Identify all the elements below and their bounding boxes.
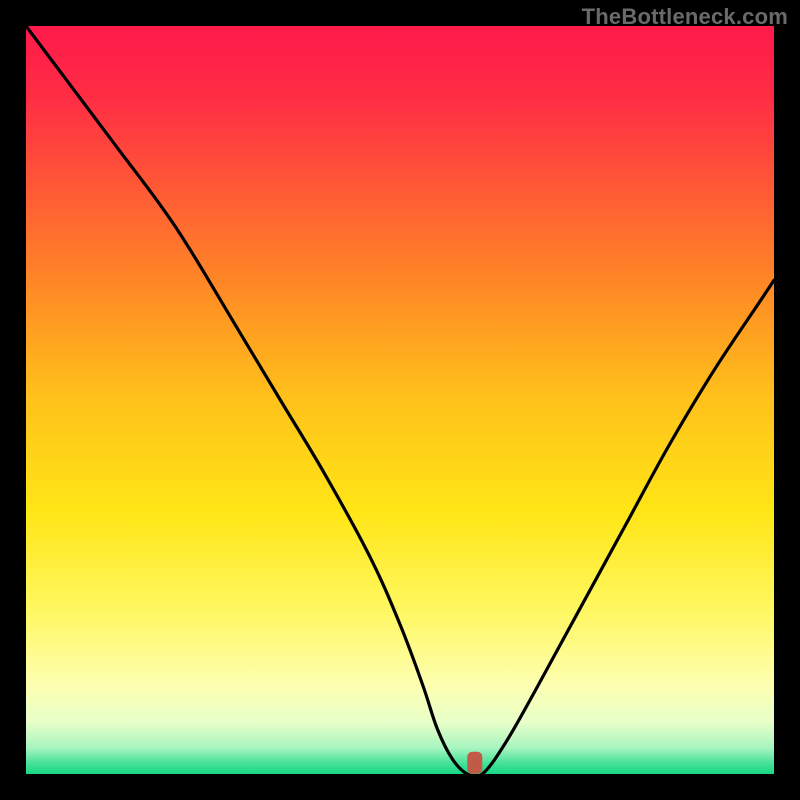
chart-container: TheBottleneck.com bbox=[0, 0, 800, 800]
watermark-text: TheBottleneck.com bbox=[582, 4, 788, 30]
optimal-marker bbox=[467, 752, 482, 774]
gradient-background bbox=[26, 26, 774, 774]
bottleneck-chart bbox=[0, 0, 800, 800]
